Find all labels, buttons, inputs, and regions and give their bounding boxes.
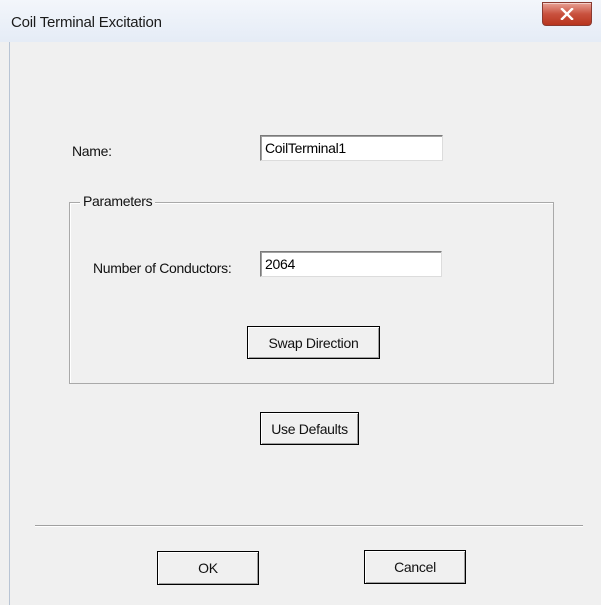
cancel-label: Cancel [394, 559, 436, 575]
conductors-input[interactable] [260, 251, 442, 277]
parameters-group-title: Parameters [80, 193, 156, 209]
close-button[interactable] [542, 2, 592, 26]
window-title: Coil Terminal Excitation [11, 14, 162, 31]
use-defaults-label: Use Defaults [271, 420, 348, 437]
title-bar[interactable]: Coil Terminal Excitation [0, 0, 601, 42]
footer-separator [35, 525, 583, 527]
swap-direction-button[interactable]: Swap Direction [247, 326, 380, 359]
swap-direction-label: Swap Direction [268, 334, 359, 351]
name-input[interactable] [260, 135, 443, 161]
conductors-label: Number of Conductors: [93, 260, 232, 276]
dialog-content: Name: Parameters Number of Conductors: S… [9, 42, 601, 605]
close-icon [560, 8, 574, 20]
cancel-button[interactable]: Cancel [364, 550, 466, 584]
coil-terminal-excitation-dialog: Coil Terminal Excitation Name: Parameter… [0, 0, 601, 605]
name-label: Name: [72, 143, 112, 159]
parameters-group: Parameters Number of Conductors: Swap Di… [69, 193, 554, 384]
ok-label: OK [198, 560, 218, 576]
ok-button[interactable]: OK [157, 551, 259, 585]
use-defaults-button[interactable]: Use Defaults [260, 412, 359, 445]
